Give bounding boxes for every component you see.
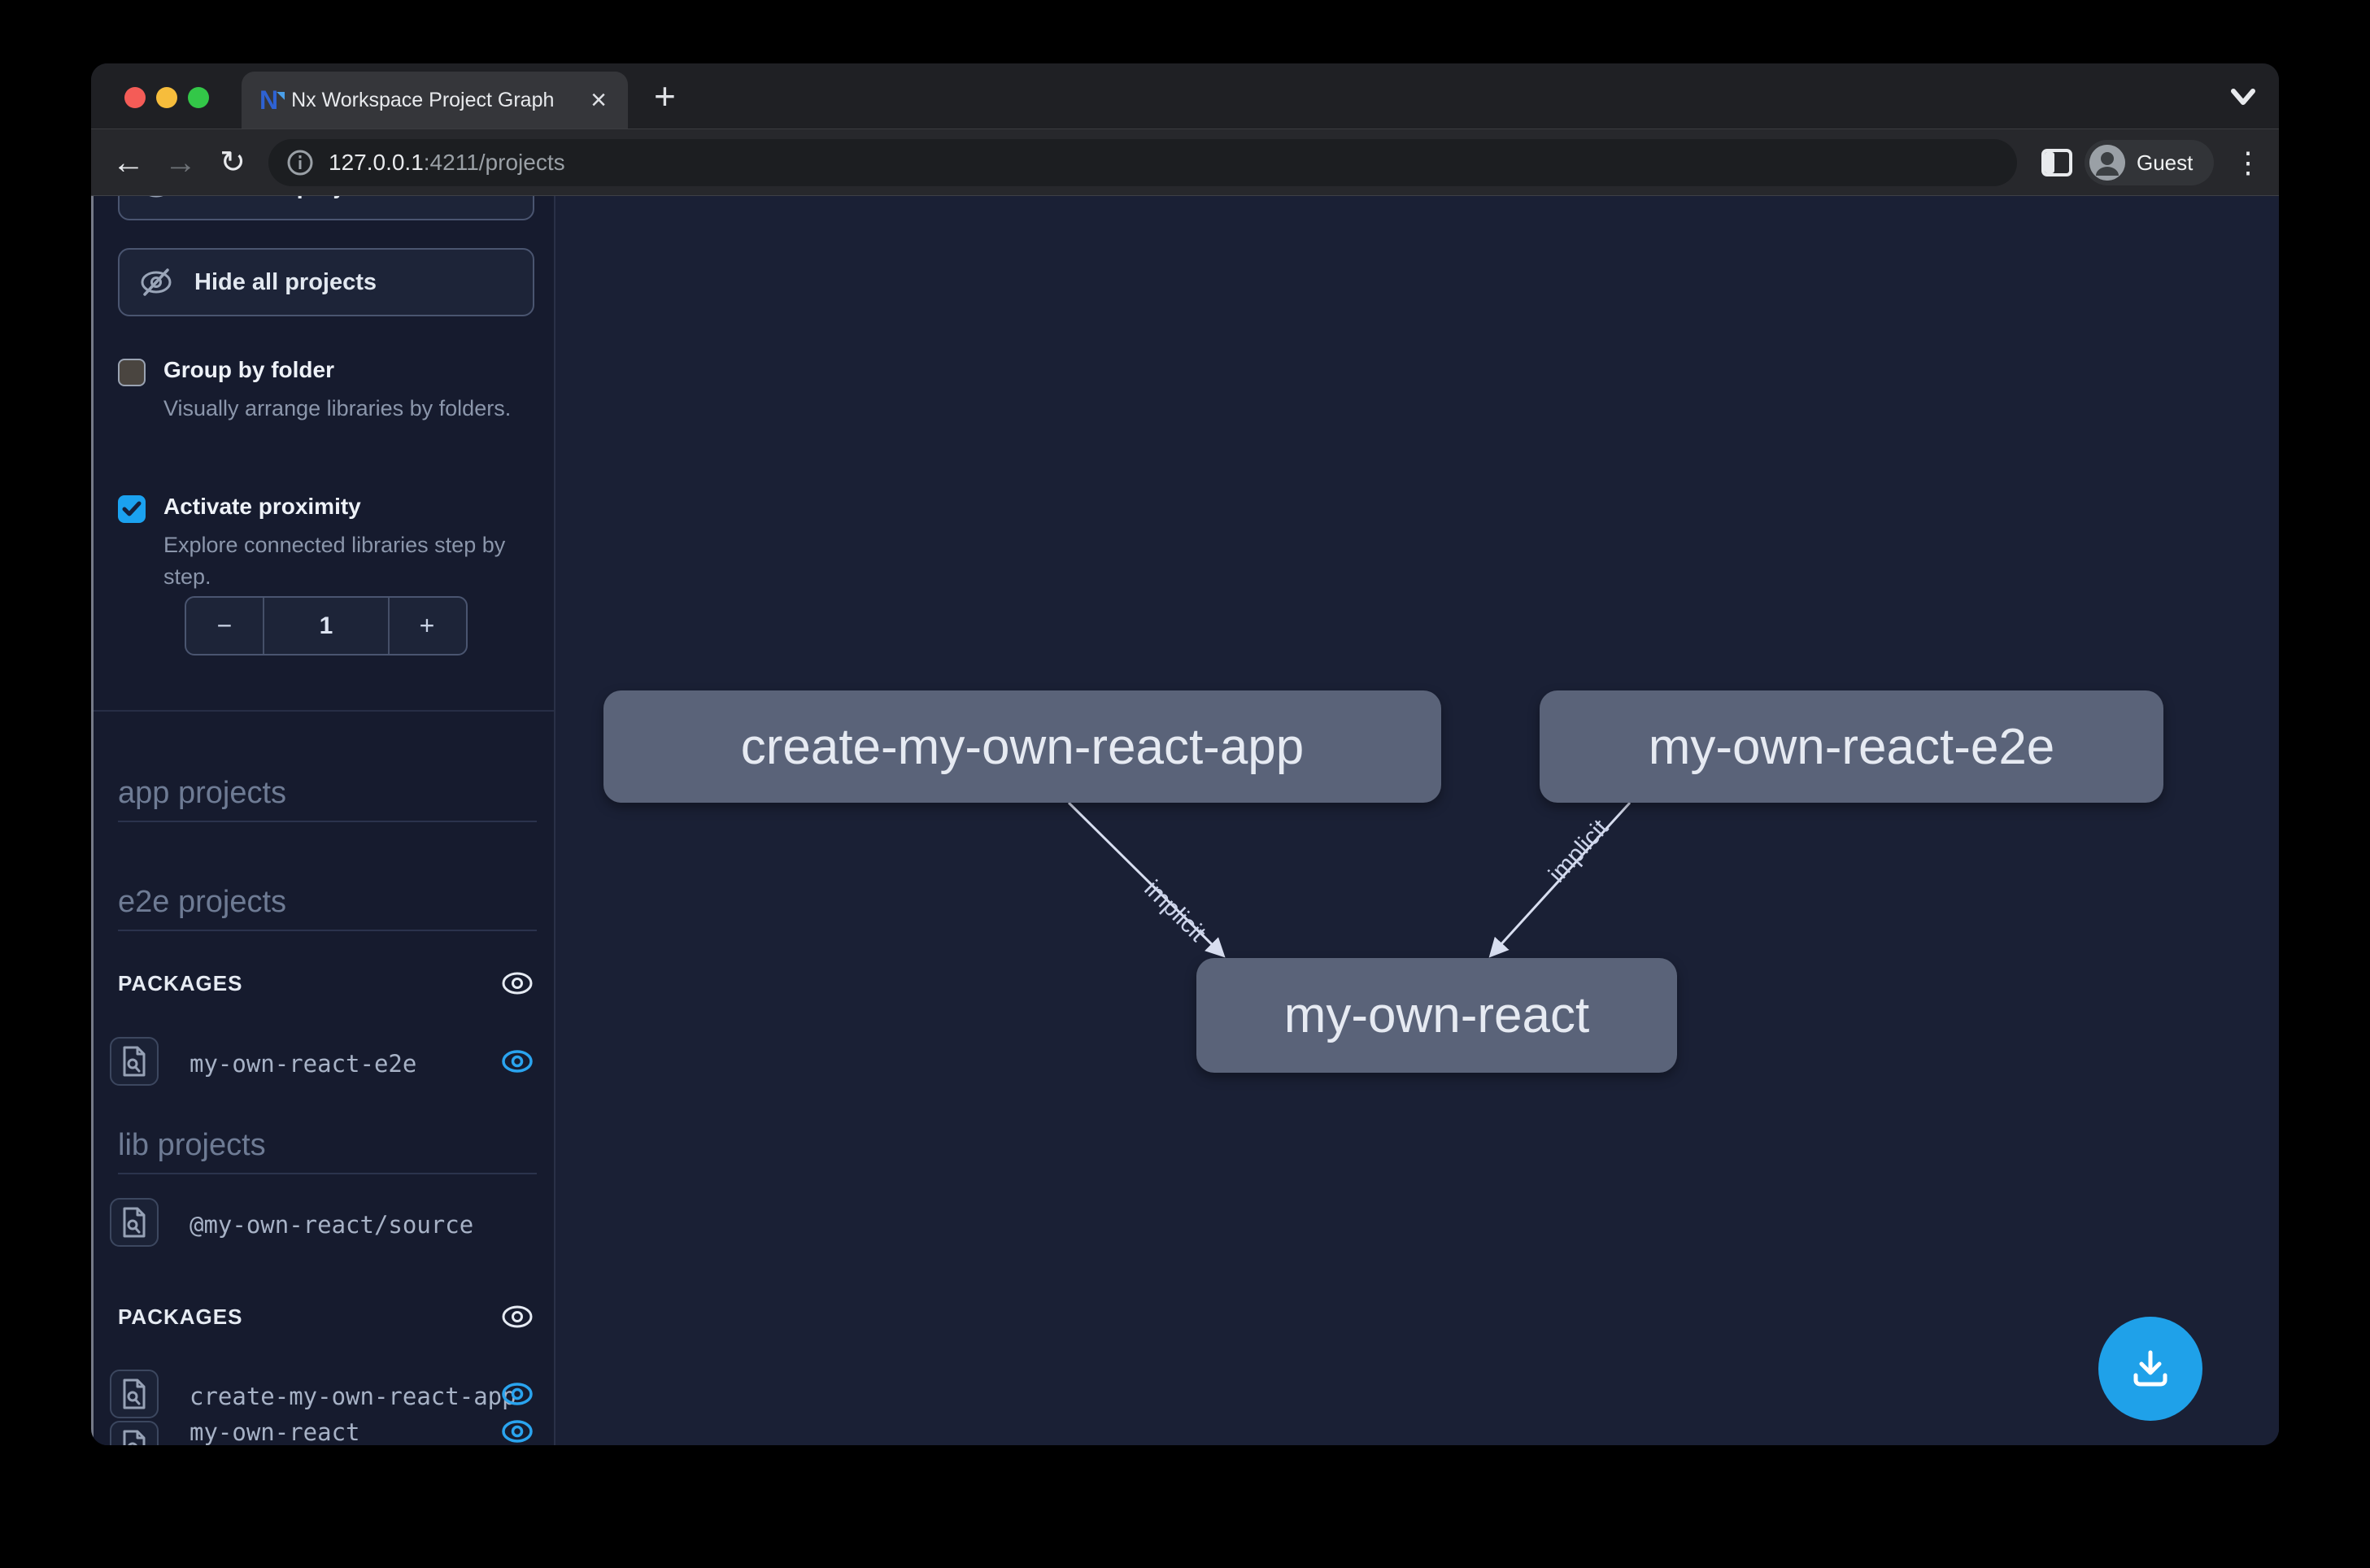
file-search-icon: [122, 1379, 146, 1409]
app-projects-heading: app projects: [118, 776, 537, 822]
edge-label: implicit: [1139, 875, 1211, 947]
show-all-projects-button[interactable]: Show all projects: [118, 196, 534, 220]
proximity-value: 1: [264, 598, 388, 654]
browser-toolbar: ← → ↻ 127.0.0.1:4211/projects: [91, 128, 2279, 196]
chevron-down-icon[interactable]: [2225, 81, 2261, 111]
focus-project-button[interactable]: [110, 1421, 159, 1445]
show-all-projects-label: Show all projects: [194, 196, 389, 200]
page-content: Show all projects Hide all projects Grou…: [91, 196, 2279, 1445]
visibility-eye-icon[interactable]: [500, 1418, 534, 1444]
tab-title: Nx Workspace Project Graph: [291, 89, 574, 112]
focus-project-button[interactable]: [110, 1037, 159, 1086]
packages-header-e2e: PACKAGES: [118, 970, 534, 996]
project-name: create-my-own-react-app: [190, 1383, 516, 1410]
activate-proximity-label: Activate proximity: [163, 494, 361, 520]
forward-button[interactable]: →: [155, 146, 207, 179]
packages-label: PACKAGES: [118, 971, 500, 996]
side-panel-icon[interactable]: [2041, 149, 2072, 176]
hide-all-projects-button[interactable]: Hide all projects: [118, 248, 534, 316]
url-host: 127.0.0.1: [329, 150, 424, 176]
reload-button[interactable]: ↻: [207, 147, 259, 178]
sidebar-divider: [91, 710, 554, 712]
focus-project-button[interactable]: [110, 1370, 159, 1418]
group-by-folder-checkbox[interactable]: [118, 359, 146, 386]
edge-label: implicit: [1544, 814, 1614, 888]
project-name: my-own-react-e2e: [190, 1050, 416, 1078]
profile-label: Guest: [2137, 150, 2193, 176]
screen: N Nx Workspace Project Graph × + ← → ↻ 1…: [0, 0, 2370, 1568]
eye-off-icon: [139, 268, 173, 297]
profile-button[interactable]: Guest: [2085, 140, 2214, 185]
lib-projects-heading: lib projects: [118, 1128, 537, 1174]
file-search-icon: [122, 1430, 146, 1445]
proximity-stepper: − 1 +: [185, 596, 468, 656]
project-name: @my-own-react/source: [190, 1211, 473, 1239]
group-by-folder-label: Group by folder: [163, 357, 334, 383]
nx-logo-icon: N: [259, 87, 278, 113]
window-minimize-button[interactable]: [156, 87, 177, 108]
download-graph-button[interactable]: [2098, 1317, 2202, 1421]
activate-proximity-checkbox[interactable]: [118, 495, 146, 523]
window-zoom-button[interactable]: [188, 87, 209, 108]
toggle-all-eye-icon[interactable]: [500, 970, 534, 996]
browser-tab[interactable]: N Nx Workspace Project Graph ×: [242, 72, 628, 128]
project-name: my-own-react: [190, 1418, 360, 1445]
packages-label: PACKAGES: [118, 1304, 500, 1330]
address-bar[interactable]: 127.0.0.1:4211/projects: [268, 139, 2017, 186]
graph-node-my-own-react[interactable]: my-own-react: [1196, 958, 1677, 1073]
hide-all-projects-label: Hide all projects: [194, 269, 377, 296]
activate-proximity-description: Explore connected libraries step by step…: [163, 529, 547, 593]
url-path: :4211/projects: [424, 150, 565, 176]
project-graph-canvas[interactable]: implicit implicit create-my-own-react-ap…: [557, 196, 2279, 1445]
file-search-icon: [122, 1207, 146, 1238]
download-icon: [2129, 1348, 2172, 1390]
toggle-all-eye-icon[interactable]: [500, 1304, 534, 1330]
node-label: my-own-react-e2e: [1649, 718, 2055, 776]
tab-strip: N Nx Workspace Project Graph × +: [91, 63, 2279, 128]
browser-menu-icon[interactable]: ⋮: [2232, 141, 2264, 185]
group-by-folder-description: Visually arrange libraries by folders.: [163, 393, 547, 425]
avatar: [2089, 145, 2125, 181]
node-label: create-my-own-react-app: [741, 718, 1305, 776]
proximity-decrement-button[interactable]: −: [186, 598, 264, 654]
e2e-projects-heading: e2e projects: [118, 885, 537, 931]
node-label: my-own-react: [1284, 987, 1590, 1044]
window-close-button[interactable]: [124, 87, 146, 108]
file-search-icon: [122, 1046, 146, 1077]
proximity-increment-button[interactable]: +: [388, 598, 464, 654]
eye-icon: [139, 196, 173, 199]
browser-window: N Nx Workspace Project Graph × + ← → ↻ 1…: [91, 63, 2279, 1445]
visibility-eye-icon[interactable]: [500, 1048, 534, 1074]
graph-edges: implicit implicit: [557, 196, 2279, 1445]
tab-close-icon[interactable]: ×: [587, 86, 610, 114]
packages-header-lib: PACKAGES: [118, 1304, 534, 1330]
back-button[interactable]: ←: [102, 146, 155, 179]
checkmark-icon: [122, 501, 142, 517]
graph-node-create-my-own-react-app[interactable]: create-my-own-react-app: [603, 690, 1441, 803]
info-icon[interactable]: [286, 149, 314, 176]
sidebar: Show all projects Hide all projects Grou…: [91, 196, 555, 1445]
new-tab-button[interactable]: +: [654, 78, 676, 114]
visibility-eye-icon[interactable]: [500, 1381, 534, 1407]
focus-project-button[interactable]: [110, 1198, 159, 1247]
graph-node-my-own-react-e2e[interactable]: my-own-react-e2e: [1540, 690, 2163, 803]
